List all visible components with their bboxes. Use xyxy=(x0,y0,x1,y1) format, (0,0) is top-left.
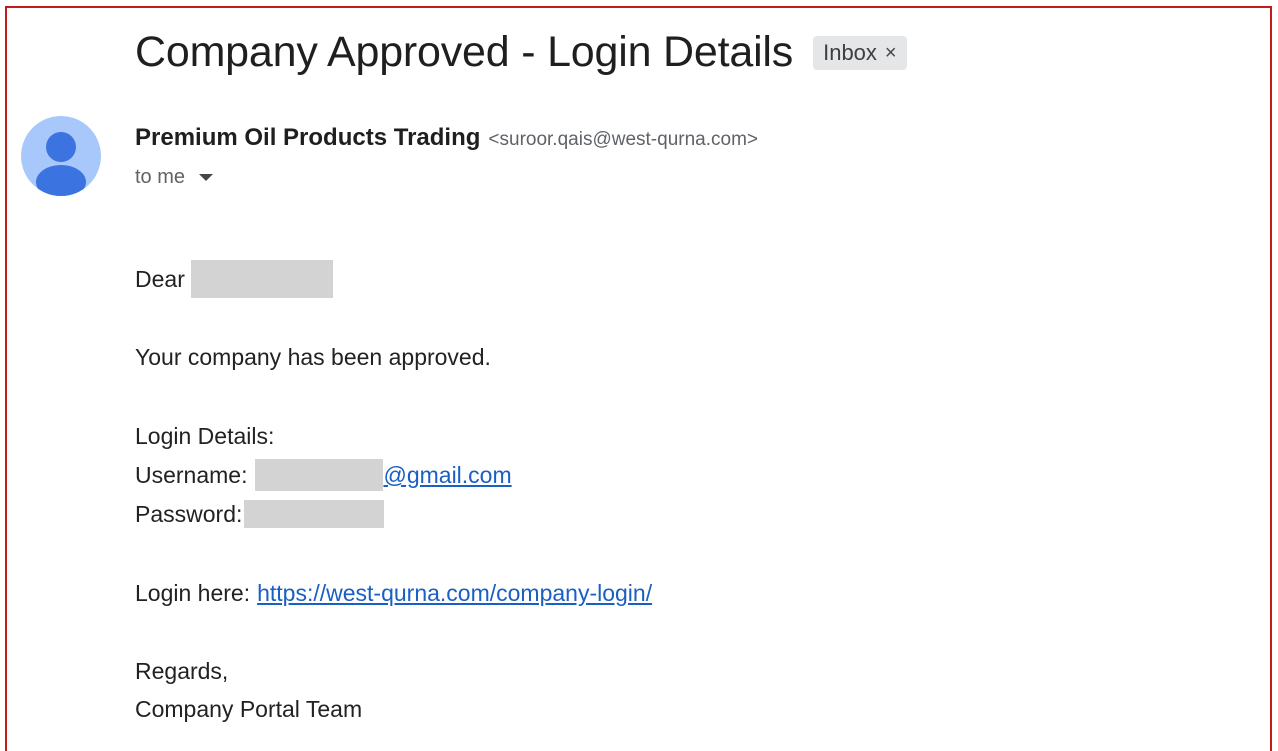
signoff-line: Regards, xyxy=(135,656,228,686)
sender-name[interactable]: Premium Oil Products Trading xyxy=(135,124,480,152)
login-heading-text: Login Details: xyxy=(135,423,275,449)
redacted-recipient-name xyxy=(190,260,333,298)
username-email-link[interactable]: @gmail.com xyxy=(383,460,511,490)
approval-line: Your company has been approved. xyxy=(135,342,491,372)
inbox-label-chip[interactable]: Inbox × xyxy=(813,36,907,70)
username-line: Username: @gmail.com xyxy=(135,459,512,491)
approval-text: Your company has been approved. xyxy=(135,344,491,370)
login-heading-line: Login Details: xyxy=(135,421,274,451)
signoff-text: Regards, xyxy=(135,658,229,684)
email-frame xyxy=(5,6,1272,751)
recipient-text: to me xyxy=(135,166,186,188)
login-link-line: Login here: https://west-qurna.com/compa… xyxy=(135,578,652,608)
subject-row: Company Approved - Login Details Inbox × xyxy=(135,26,907,78)
password-line: Password: xyxy=(135,499,385,529)
company-login-link[interactable]: https://west-qurna.com/company-login/ xyxy=(257,578,652,608)
signature-line: Company Portal Team xyxy=(135,694,362,724)
password-label: Password: xyxy=(135,501,243,527)
caret-down-icon[interactable] xyxy=(199,174,214,181)
close-icon[interactable]: × xyxy=(885,43,897,63)
redacted-username xyxy=(255,459,384,491)
recipient-row: to me xyxy=(135,166,214,189)
redacted-password xyxy=(244,500,385,528)
greeting-line: Dear xyxy=(135,260,333,298)
person-icon xyxy=(36,132,86,196)
signature-text: Company Portal Team xyxy=(135,696,363,722)
sender-avatar[interactable] xyxy=(21,116,101,196)
inbox-label-text: Inbox xyxy=(823,40,877,65)
login-prefix-text: Login here: xyxy=(135,580,251,606)
sender-row: Premium Oil Products Trading <suroor.qai… xyxy=(135,124,758,152)
email-subject: Company Approved - Login Details xyxy=(135,28,794,76)
sender-email: <suroor.qais@west-qurna.com> xyxy=(488,129,758,150)
username-label: Username: xyxy=(135,462,248,488)
greeting-text: Dear xyxy=(135,266,185,292)
